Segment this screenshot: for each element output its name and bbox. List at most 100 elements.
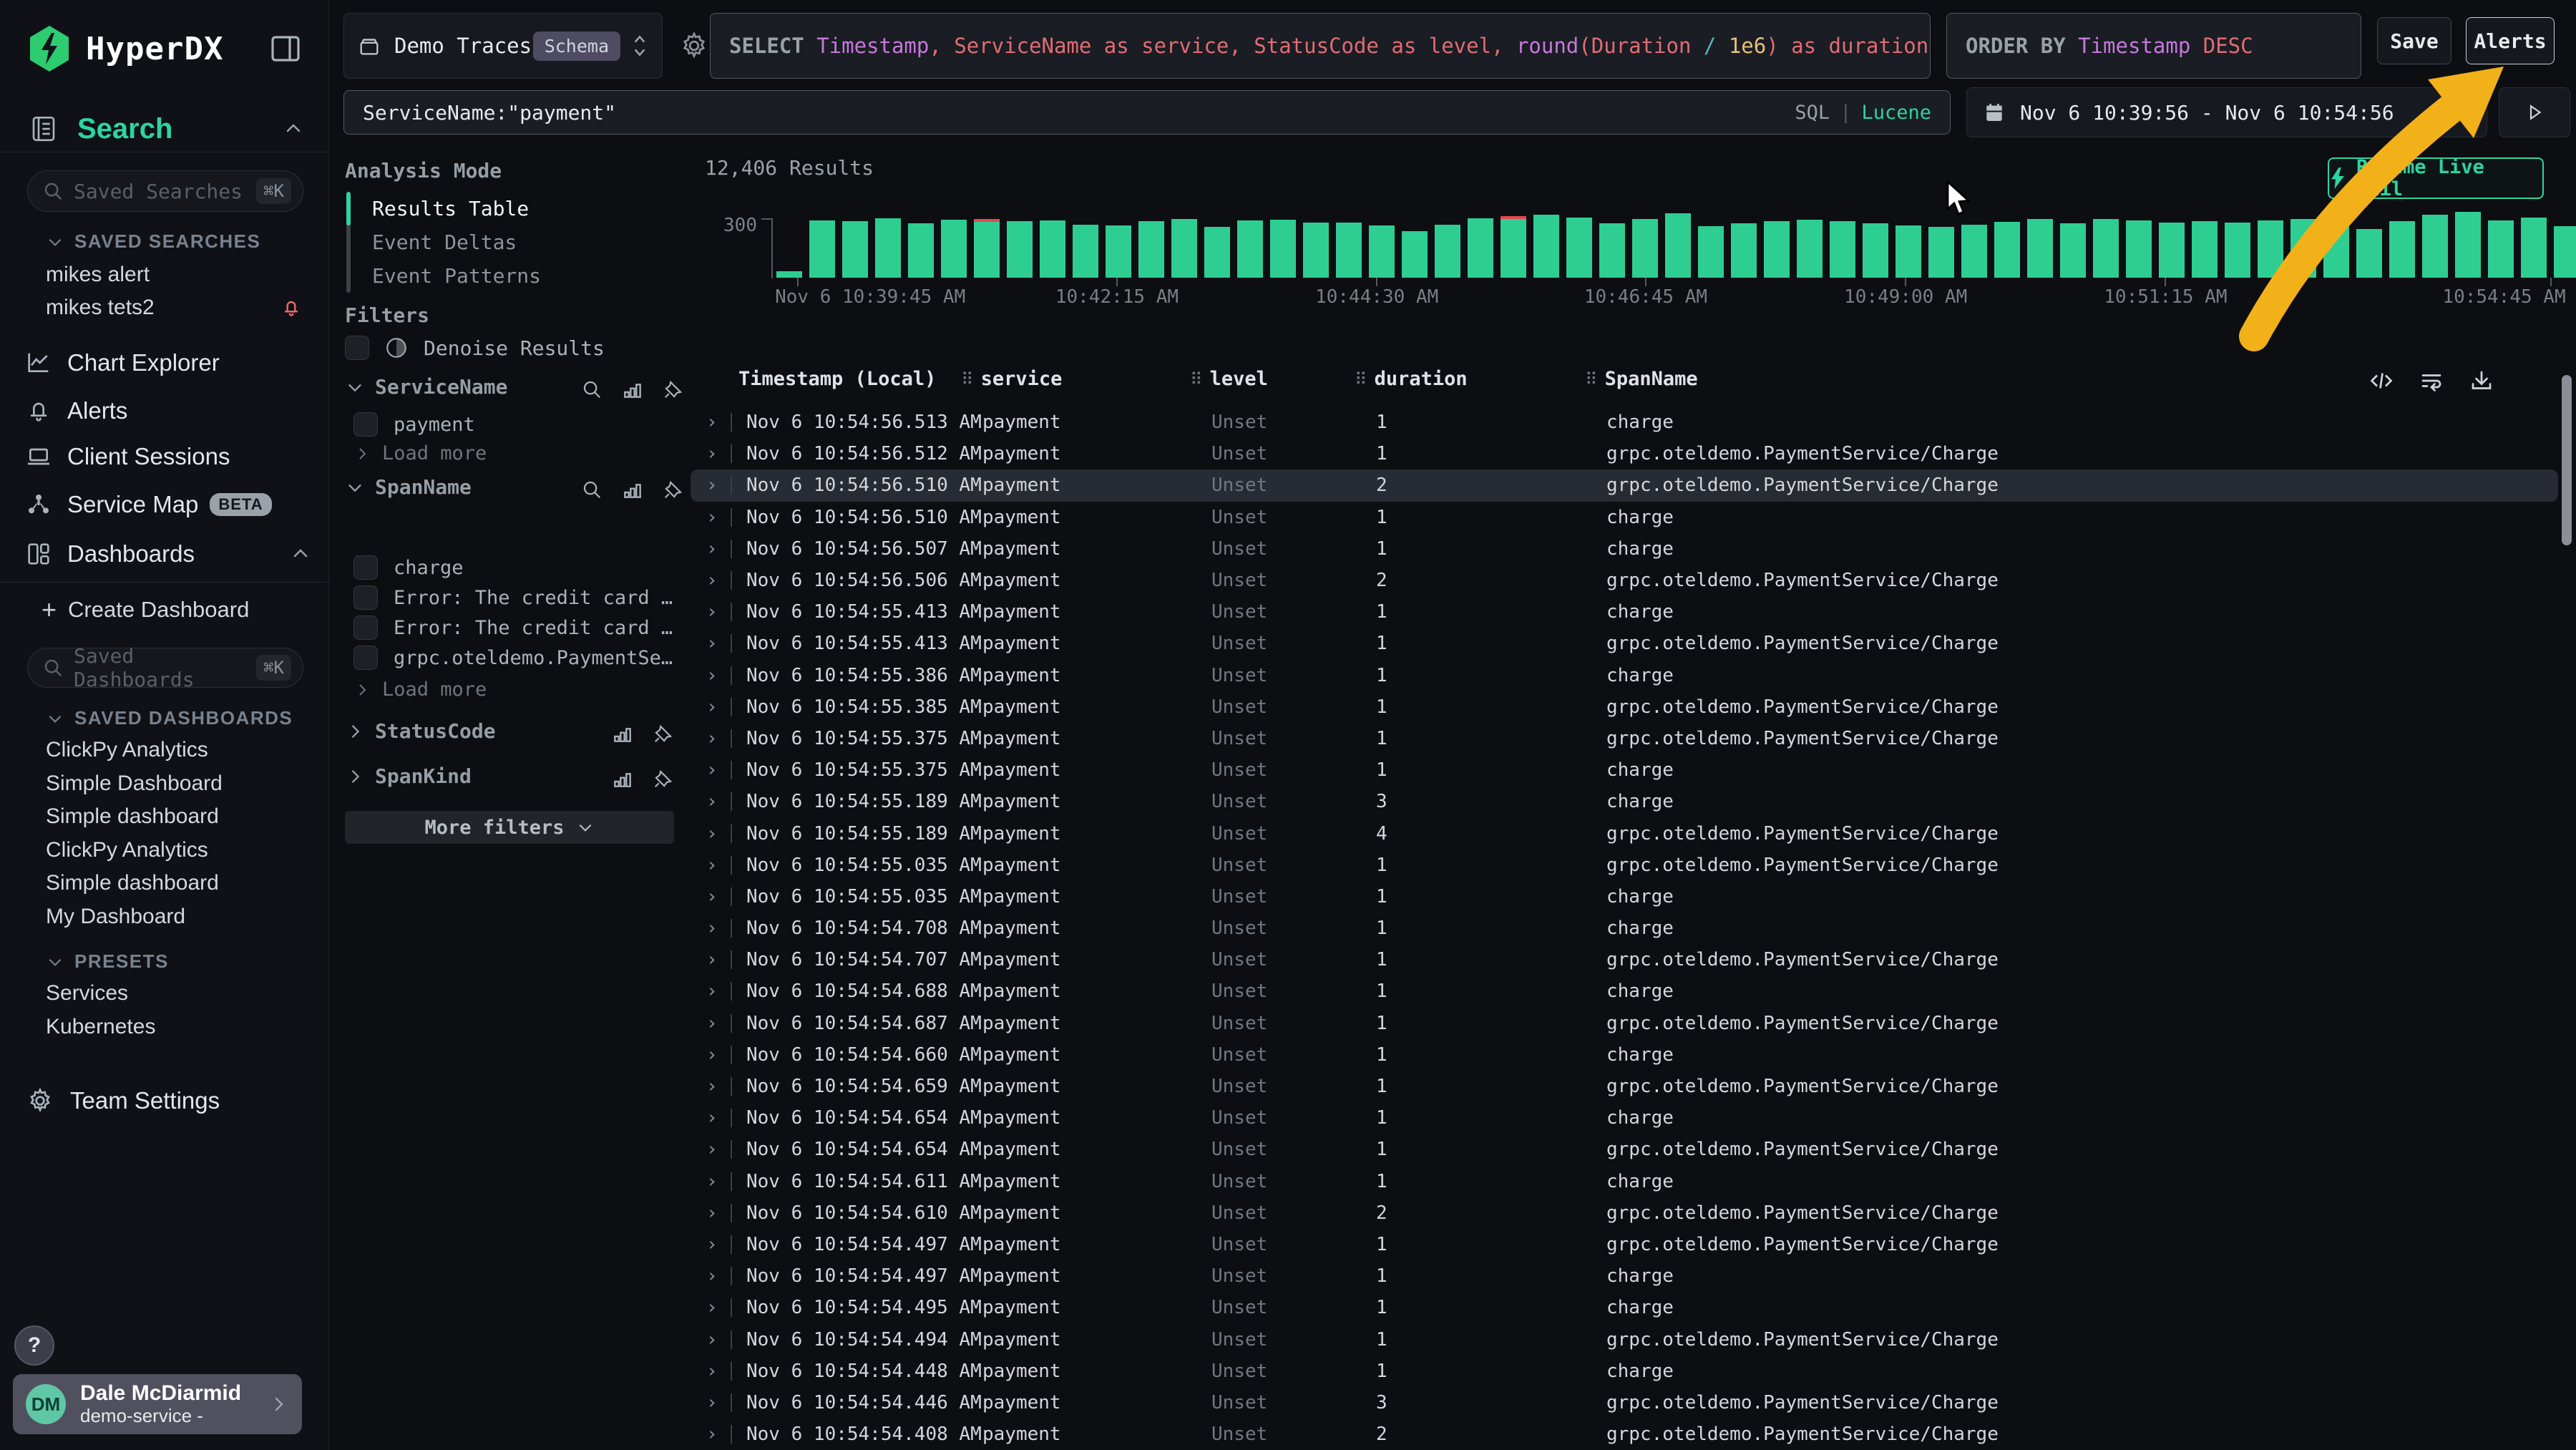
scrollbar-thumb[interactable] [2562,375,2572,545]
filter-group-servicename[interactable]: ServiceName [345,375,507,399]
row-expand-icon[interactable]: › [706,1202,723,1224]
resume-live-tail-button[interactable]: Resume Live Tail [2328,157,2544,199]
filter-value-payment[interactable]: payment [353,412,475,437]
run-query-button[interactable] [2499,87,2570,137]
histogram-bar[interactable] [2093,219,2119,278]
table-row[interactable]: ›Nov 6 10:54:54.687 AMpaymentUnset1grpc.… [691,1008,2558,1039]
histogram-bar[interactable] [1204,227,1230,278]
analysis-mode-results-table[interactable]: Results Table [346,192,683,225]
table-row[interactable]: ›Nov 6 10:54:54.497 AMpaymentUnset1charg… [691,1260,2558,1292]
alerts-button[interactable]: Alerts [2466,17,2555,64]
drag-handle-icon[interactable]: ⠿ [1355,369,1367,389]
histogram-bar[interactable] [1566,218,1592,278]
source-settings-gear-icon[interactable] [678,30,710,62]
histogram-bar[interactable] [2323,224,2349,278]
table-row[interactable]: ›Nov 6 10:54:54.408 AMpaymentUnset2grpc.… [691,1419,2558,1450]
table-row[interactable]: ›Nov 6 10:54:54.708 AMpaymentUnset1charg… [691,913,2558,944]
sidebar-item-preset[interactable]: Kubernetes [46,1011,314,1043]
sidebar-item-service-map[interactable]: Service Map BETA [24,485,311,525]
pin-icon[interactable] [653,768,674,789]
sidebar-item-mikes-alert[interactable]: mikes alert [46,259,314,291]
histogram-bar[interactable] [1632,219,1658,278]
histogram-bar[interactable] [2521,218,2547,278]
sidebar-item-dashboard[interactable]: Simple Dashboard [46,768,314,799]
sidebar-collapse-icon[interactable] [268,31,303,66]
spanname-checkbox[interactable] [353,555,378,580]
histogram-bar[interactable] [2060,223,2086,278]
histogram-bar[interactable] [1533,215,1559,278]
row-expand-icon[interactable]: › [706,1107,723,1129]
row-expand-icon[interactable]: › [706,507,723,528]
filter-value-spanname[interactable]: Error: The credit card … [353,615,673,640]
histogram-bar[interactable] [1830,221,1855,278]
column-duration[interactable]: ⠿duration [1355,368,1468,390]
histogram-bar[interactable] [776,271,802,278]
histogram-bar[interactable] [2159,223,2185,278]
saved-searches-heading[interactable]: SAVED SEARCHES [46,230,260,253]
table-row[interactable]: ›Nov 6 10:54:55.386 AMpaymentUnset1charg… [691,660,2558,691]
histogram-bar[interactable] [1435,225,1460,278]
save-button[interactable]: Save [2377,17,2451,64]
table-row[interactable]: ›Nov 6 10:54:54.448 AMpaymentUnset1charg… [691,1356,2558,1387]
histogram-bar[interactable] [1402,231,1428,278]
histogram-bar[interactable] [875,218,901,278]
row-expand-icon[interactable]: › [706,1329,723,1351]
table-row[interactable]: ›Nov 6 10:54:54.610 AMpaymentUnset2grpc.… [691,1197,2558,1229]
column-level[interactable]: ⠿level [1190,368,1268,390]
sidebar-item-team-settings[interactable]: Team Settings [26,1081,220,1121]
sql-select-editor[interactable]: SELECT Timestamp, ServiceName as service… [710,13,1931,79]
filter-group-statuscode[interactable]: StatusCode [345,719,496,743]
row-expand-icon[interactable]: › [706,1139,723,1160]
row-expand-icon[interactable]: › [706,981,723,1002]
table-row[interactable]: ›Nov 6 10:54:55.189 AMpaymentUnset3charg… [691,786,2558,817]
table-row[interactable]: ›Nov 6 10:54:54.494 AMpaymentUnset1grpc.… [691,1323,2558,1355]
sidebar-item-dashboard[interactable]: ClickPy Analytics [46,835,314,866]
row-expand-icon[interactable]: › [706,443,723,464]
row-expand-icon[interactable]: › [706,665,723,686]
code-icon[interactable] [2368,368,2394,394]
table-row[interactable]: ›Nov 6 10:54:54.659 AMpaymentUnset1grpc.… [691,1071,2558,1102]
histogram-bar[interactable] [2225,223,2250,278]
servicename-load-more[interactable]: Load more [353,442,487,464]
analysis-mode-event-patterns[interactable]: Event Patterns [346,259,683,293]
row-expand-icon[interactable]: › [706,1044,723,1066]
table-row[interactable]: ›Nov 6 10:54:55.035 AMpaymentUnset1grpc.… [691,850,2558,881]
search-icon[interactable] [581,479,602,500]
row-expand-icon[interactable]: › [706,1265,723,1287]
histogram-bar[interactable] [1468,218,1493,278]
histogram-bar[interactable] [1698,226,1724,278]
histogram-bar[interactable] [2488,220,2514,278]
row-expand-icon[interactable]: › [706,412,723,433]
table-row[interactable]: ›Nov 6 10:54:54.497 AMpaymentUnset1grpc.… [691,1229,2558,1260]
bar-chart-icon[interactable] [611,722,634,745]
table-row[interactable]: ›Nov 6 10:54:56.512 AMpaymentUnset1grpc.… [691,438,2558,469]
filter-value-spanname[interactable]: charge [353,555,464,580]
histogram-bar[interactable] [1501,219,1526,278]
histogram-bar[interactable] [1369,225,1395,278]
pin-icon[interactable] [663,479,684,500]
row-expand-icon[interactable]: › [706,728,723,749]
spanname-checkbox[interactable] [353,615,378,640]
drag-handle-icon[interactable]: ⠿ [961,369,974,389]
filter-value-spanname[interactable]: Error: The credit card … [353,585,673,610]
table-row[interactable]: ›Nov 6 10:54:55.375 AMpaymentUnset1charg… [691,754,2558,786]
payment-checkbox[interactable] [353,412,378,437]
histogram-bar[interactable] [1863,223,1888,278]
order-by-editor[interactable]: ORDER BY Timestamp DESC [1946,13,2361,79]
table-row[interactable]: ›Nov 6 10:54:55.189 AMpaymentUnset4grpc.… [691,817,2558,849]
bar-chart-icon[interactable] [621,378,644,401]
drag-handle-icon[interactable]: ⠿ [1585,369,1598,389]
spanname-load-more[interactable]: Load more [353,678,487,701]
row-expand-icon[interactable]: › [706,633,723,654]
histogram-bar[interactable] [809,220,835,278]
histogram-bar[interactable] [974,222,1000,278]
row-expand-icon[interactable]: › [706,886,723,908]
sidebar-item-dashboard[interactable]: ClickPy Analytics [46,734,314,766]
bar-chart-icon[interactable] [621,478,644,501]
column-service[interactable]: ⠿service [961,368,1062,390]
bar-chart-icon[interactable] [611,767,634,790]
saved-dashboards-input[interactable]: Saved Dashboards ⌘K [27,648,303,688]
more-filters-button[interactable]: More filters [345,811,674,844]
histogram-bar[interactable] [1731,223,1757,278]
histogram-bar[interactable] [1797,220,1823,278]
